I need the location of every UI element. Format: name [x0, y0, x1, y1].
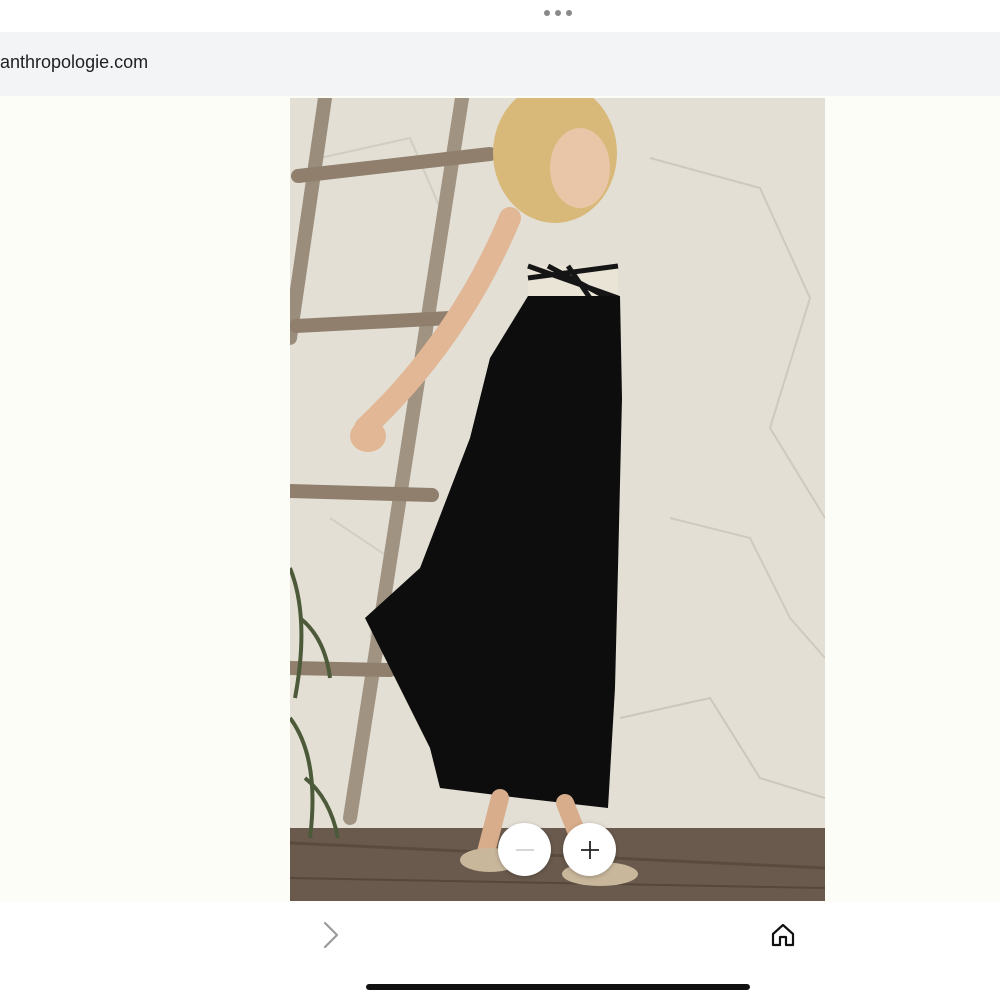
- browser-window: anthropologie.com: [0, 0, 1000, 1000]
- url-text[interactable]: anthropologie.com: [0, 52, 148, 73]
- product-photo[interactable]: [290, 98, 825, 901]
- home-button[interactable]: [768, 920, 798, 950]
- zoom-in-button[interactable]: [563, 823, 616, 876]
- minus-icon: [515, 848, 534, 851]
- more-dots-icon[interactable]: [544, 10, 572, 16]
- address-bar[interactable]: anthropologie.com: [0, 32, 1000, 96]
- home-icon: [771, 923, 795, 947]
- forward-button[interactable]: [318, 918, 344, 952]
- product-photo-illustration: [290, 98, 825, 901]
- zoom-out-button[interactable]: [498, 823, 551, 876]
- plus-icon: [580, 840, 599, 859]
- chevron-right-icon: [323, 921, 339, 949]
- home-indicator[interactable]: [366, 984, 750, 990]
